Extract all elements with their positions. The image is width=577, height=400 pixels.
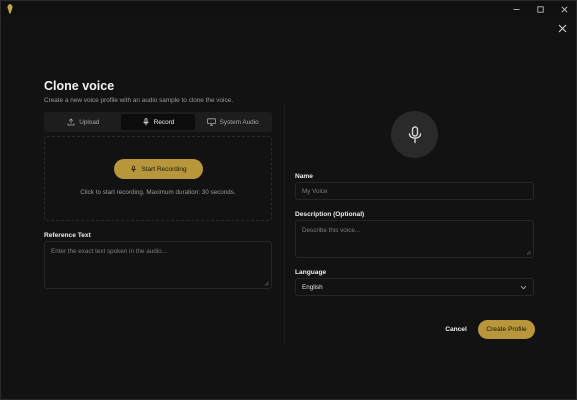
window-close-button[interactable] (552, 1, 576, 17)
chevron-down-icon (520, 285, 527, 289)
dialog-title: Clone voice (44, 79, 115, 93)
resize-handle-icon[interactable] (264, 281, 269, 286)
language-value: English (302, 283, 323, 291)
close-icon (561, 6, 567, 12)
start-recording-label: Start Recording (141, 165, 187, 173)
description-placeholder: Describe this voice... (302, 227, 361, 234)
name-placeholder: My Voice (302, 187, 328, 195)
reference-text-label: Reference Text (44, 232, 91, 239)
start-recording-button[interactable]: Start Recording (114, 159, 203, 179)
dialog-close-icon[interactable] (558, 24, 567, 33)
language-select[interactable]: English (295, 278, 534, 296)
minimize-icon (513, 8, 519, 10)
tab-upload[interactable]: Upload (46, 114, 121, 130)
description-field[interactable]: Describe this voice... (295, 220, 534, 258)
monitor-icon (206, 118, 216, 126)
resize-handle-icon[interactable] (526, 250, 531, 255)
reference-text-placeholder: Enter the exact text spoken in the audio… (51, 248, 167, 255)
name-label: Name (295, 173, 313, 180)
tab-system-audio-label: System Audio (219, 118, 259, 126)
tab-record-label: Record (153, 118, 175, 126)
tab-upload-label: Upload (79, 118, 100, 126)
audio-source-tabs: Upload Record System Audio (44, 112, 272, 132)
column-divider (284, 104, 285, 344)
app-window: Clone voice Create a new voice profile w… (0, 0, 577, 400)
language-label: Language (295, 269, 327, 276)
description-label: Description (Optional) (295, 211, 365, 218)
upload-icon (67, 118, 75, 126)
microphone-icon (408, 125, 421, 143)
create-profile-button[interactable]: Create Profile (478, 320, 535, 339)
tab-record[interactable]: Record (120, 114, 196, 130)
name-field[interactable]: My Voice (295, 182, 534, 200)
voice-avatar (391, 111, 438, 158)
cancel-button[interactable]: Cancel (441, 320, 471, 338)
recording-hint: Click to start recording. Maximum durati… (80, 189, 236, 196)
minimize-button[interactable] (504, 1, 528, 17)
app-logo-icon (7, 4, 13, 14)
microphone-icon (131, 165, 137, 172)
microphone-icon (143, 118, 149, 126)
tab-system-audio[interactable]: System Audio (195, 114, 270, 130)
title-bar (1, 1, 576, 17)
maximize-icon (536, 5, 544, 13)
maximize-button[interactable] (528, 1, 552, 17)
dialog-subtitle: Create a new voice profile with an audio… (44, 97, 233, 104)
reference-text-input[interactable]: Enter the exact text spoken in the audio… (44, 241, 272, 289)
